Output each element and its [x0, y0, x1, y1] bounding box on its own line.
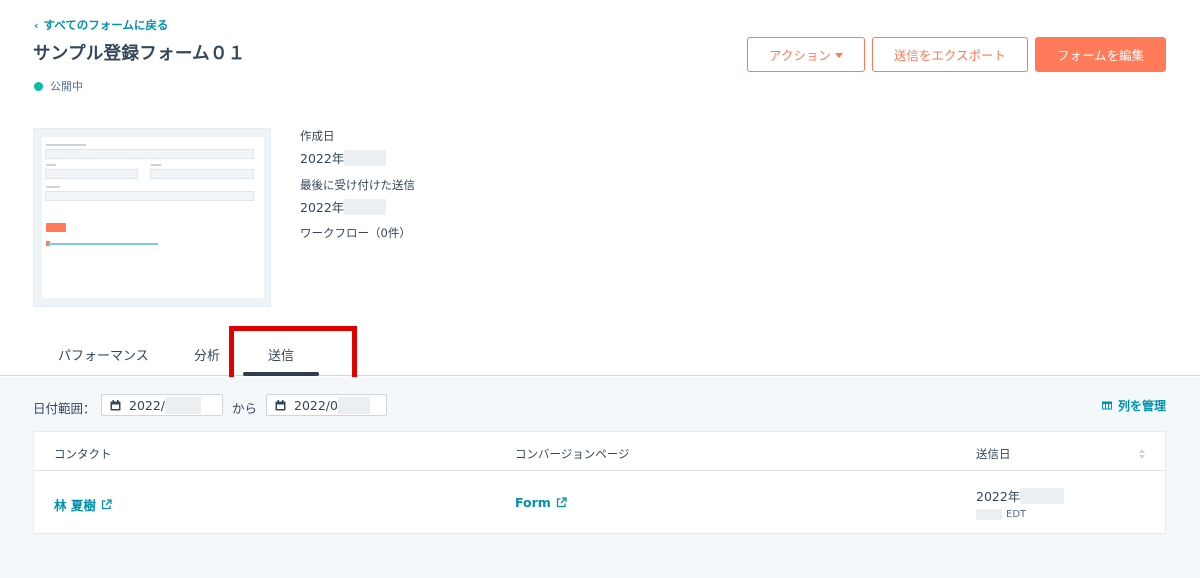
status-dot-icon — [34, 81, 43, 91]
active-tab-indicator — [243, 372, 319, 376]
page-title: サンプル登録フォーム０１ — [33, 44, 246, 64]
actions-button-label: アクション — [769, 48, 831, 63]
date-from-value: 2022/ — [129, 397, 166, 413]
redacted-block — [344, 149, 387, 166]
created-date-value: 2022年 — [300, 151, 345, 166]
columns-icon — [1101, 399, 1112, 413]
redacted-block — [165, 396, 202, 414]
date-to-input[interactable]: 2022/0 — [266, 394, 387, 416]
date-range-separator: から — [232, 401, 258, 416]
submissions-table: コンタクト コンバージョンページ 送信日 林 夏樹 Form 2022年 EDT — [33, 431, 1166, 534]
manage-columns-label: 列を管理 — [1117, 399, 1166, 413]
redacted-block — [337, 396, 370, 414]
last-submission-label: 最後に受け付けた送信 — [300, 178, 415, 192]
column-header-conversion-page[interactable]: コンバージョンページ — [515, 446, 630, 462]
table-header-divider — [34, 470, 1165, 471]
date-to-value: 2022/0 — [294, 397, 338, 413]
edit-form-button[interactable]: フォームを編集 — [1035, 37, 1166, 72]
conversion-page-link[interactable]: Form — [515, 495, 567, 510]
external-link-icon — [101, 499, 112, 510]
preview-field — [45, 169, 138, 179]
tab-bar: パフォーマンス 分析 送信 — [0, 330, 1200, 376]
sort-icon[interactable] — [1138, 446, 1146, 460]
form-preview-thumbnail[interactable] — [33, 128, 271, 307]
back-to-forms-link[interactable]: ‹ すべてのフォームに戻る — [34, 17, 168, 33]
workflows-label: ワークフロー（0件） — [300, 226, 411, 240]
status-indicator: 公開中 — [34, 78, 83, 94]
calendar-icon — [275, 399, 286, 411]
external-link-icon — [556, 497, 567, 508]
created-date-label: 作成日 — [300, 129, 335, 143]
chevron-left-icon: ‹ — [34, 18, 39, 32]
preview-field — [45, 149, 254, 159]
preview-field — [45, 191, 254, 201]
redacted-block — [344, 198, 387, 215]
date-range-label: 日付範囲： — [33, 401, 96, 416]
calendar-icon — [110, 399, 121, 411]
column-header-submitted-date[interactable]: 送信日 — [976, 446, 1011, 462]
contact-link[interactable]: 林 夏樹 — [54, 495, 112, 514]
submitted-timezone: EDT — [1006, 509, 1027, 520]
export-submissions-button[interactable]: 送信をエクスポート — [872, 37, 1028, 72]
date-from-input[interactable]: 2022/ — [101, 394, 223, 416]
last-submission-block: 最後に受け付けた送信 2022年 — [300, 177, 415, 216]
actions-button[interactable]: アクション — [747, 37, 865, 72]
redacted-block — [1020, 487, 1065, 504]
tab-analysis[interactable]: 分析 — [194, 345, 220, 364]
submitted-date-cell: 2022年 EDT — [976, 486, 1065, 520]
manage-columns-link[interactable]: 列を管理 — [1101, 397, 1166, 414]
caret-down-icon — [834, 53, 843, 58]
preview-submit-button — [46, 223, 66, 232]
form-preview-canvas — [42, 137, 264, 298]
conversion-page-name: Form — [515, 495, 551, 510]
preview-label — [46, 144, 86, 146]
preview-label — [151, 164, 161, 166]
created-date-block: 作成日 2022年 — [300, 128, 387, 167]
status-label: 公開中 — [50, 80, 83, 93]
contact-name: 林 夏樹 — [54, 498, 96, 513]
redacted-block — [976, 509, 1002, 520]
column-header-contact[interactable]: コンタクト — [54, 446, 112, 462]
preview-field — [150, 169, 254, 179]
last-submission-value: 2022年 — [300, 200, 345, 215]
preview-label — [46, 186, 60, 188]
tab-submissions[interactable]: 送信 — [268, 345, 294, 364]
tab-performance[interactable]: パフォーマンス — [58, 345, 149, 364]
preview-label — [46, 164, 56, 166]
preview-footer-link — [48, 243, 158, 245]
submitted-date-value: 2022年 — [976, 489, 1021, 504]
back-link-label: すべてのフォームに戻る — [43, 18, 169, 32]
